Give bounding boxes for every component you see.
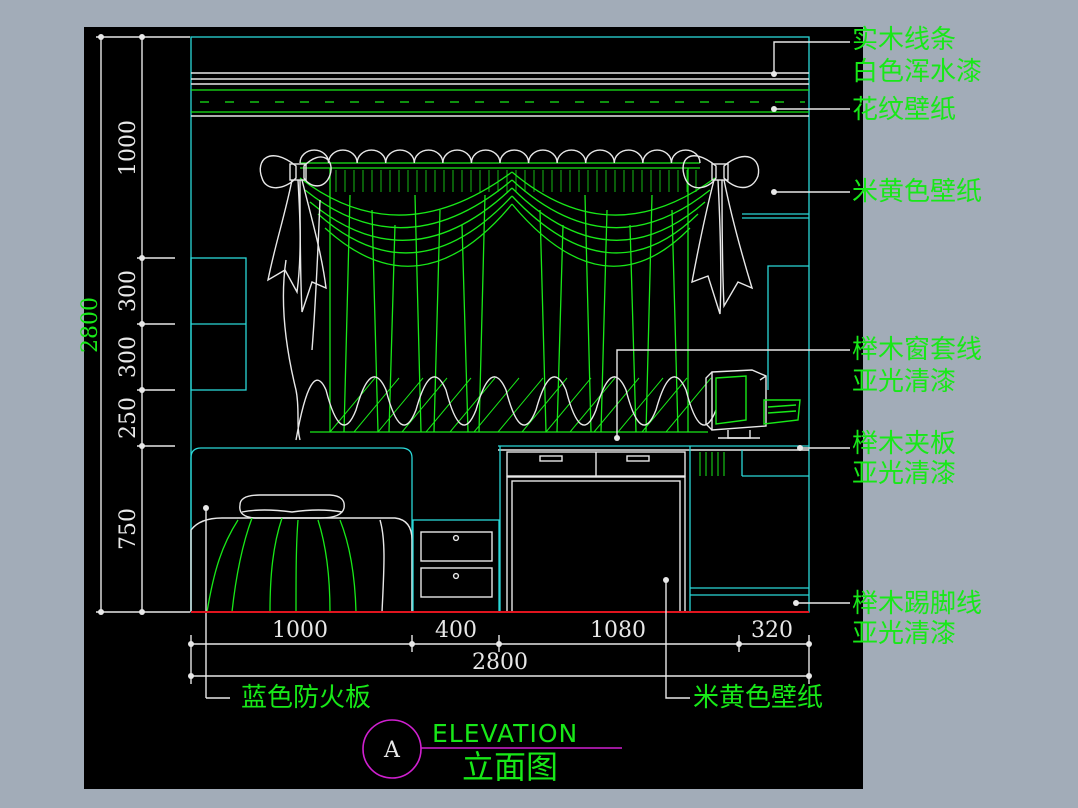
label-beige-wallpaper: 米黄色壁纸 [852, 177, 982, 207]
label-beech-window-frame: 榉木窗套线 [852, 335, 982, 365]
label-solid-wood-moulding: 实木线条 [852, 25, 956, 55]
dim-vertical-1: 1000 [116, 120, 141, 176]
dim-vertical-4: 250 [116, 397, 141, 439]
label-matte-varnish-3: 亚光清漆 [852, 619, 956, 649]
cad-drawing-canvas: 2800 1000 300 300 250 750 1000 400 1080 … [78, 25, 982, 789]
dim-horizontal-1: 1000 [272, 618, 328, 643]
label-beech-skirting: 榉木踢脚线 [852, 589, 982, 619]
dim-horizontal-2: 400 [435, 618, 477, 643]
title-chinese: 立面图 [462, 748, 558, 786]
label-patterned-wallpaper: 花纹壁纸 [852, 95, 956, 125]
label-beech-plywood: 榉木夹板 [852, 429, 956, 459]
dim-horizontal-3: 1080 [590, 618, 646, 643]
label-beige-wallpaper-bottom: 米黄色壁纸 [693, 683, 823, 713]
label-blue-fireproof-board: 蓝色防火板 [241, 683, 371, 713]
dim-horizontal-total: 2800 [472, 650, 528, 675]
label-white-paint: 白色浑水漆 [852, 57, 982, 87]
dim-vertical-2: 300 [116, 270, 141, 312]
dim-vertical-3: 300 [116, 336, 141, 378]
curtain-top-stripes [335, 170, 697, 192]
dim-vertical-total: 2800 [78, 297, 103, 353]
dim-horizontal-4: 320 [751, 618, 793, 643]
dim-vertical-5: 750 [116, 508, 141, 550]
section-marker-letter: A [383, 738, 401, 763]
title-english: ELEVATION [432, 719, 578, 748]
label-matte-varnish-2: 亚光清漆 [852, 459, 956, 489]
label-matte-varnish-1: 亚光清漆 [852, 367, 956, 397]
